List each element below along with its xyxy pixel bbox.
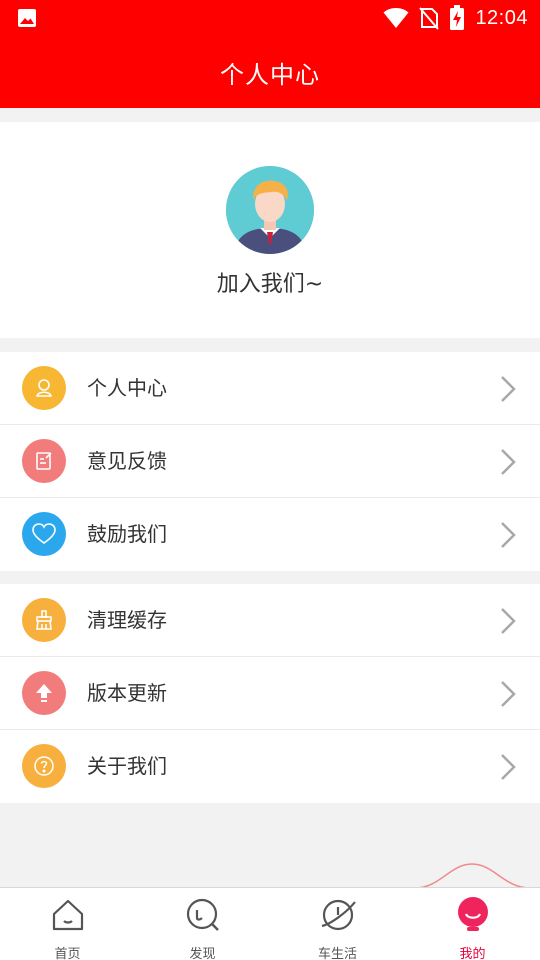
tab-label: 我的: [459, 947, 486, 960]
menu-item-label: 个人中心: [87, 376, 167, 400]
menu-item-label: 鼓励我们: [87, 522, 167, 546]
tab-mine[interactable]: 我的: [405, 888, 540, 960]
chevron-right-icon: [501, 681, 516, 707]
tab-car-life[interactable]: 车生活: [270, 888, 405, 960]
page-title: 个人中心: [220, 60, 320, 89]
user-avatar-icon: [226, 166, 314, 254]
image-notification-icon: [18, 9, 36, 27]
app-header: 个人中心: [0, 36, 540, 108]
status-bar: 12:04: [0, 0, 540, 36]
tab-label: 首页: [54, 947, 81, 960]
menu-item-label: 关于我们: [87, 754, 167, 778]
join-us-label[interactable]: 加入我们~: [0, 266, 540, 298]
menu-item-label: 清理缓存: [87, 608, 167, 632]
chevron-right-icon: [501, 449, 516, 475]
chevron-right-icon: [501, 376, 516, 402]
chevron-right-icon: [501, 522, 516, 548]
active-tab-curve: [415, 863, 530, 889]
broom-icon: [22, 598, 66, 642]
tab-label: 发现: [189, 947, 216, 960]
menu-item-feedback[interactable]: 意见反馈: [0, 425, 540, 498]
mine-icon: [457, 897, 488, 931]
avatar[interactable]: [226, 166, 314, 254]
tab-home[interactable]: 首页: [0, 888, 135, 960]
menu-item-about-us[interactable]: 关于我们: [0, 730, 540, 803]
profile-card[interactable]: 加入我们~: [0, 122, 540, 338]
menu-group-app: 清理缓存 版本更新 关于我们: [0, 584, 540, 803]
wifi-icon: [383, 8, 409, 28]
feedback-icon: [22, 439, 66, 483]
menu-item-encourage-us[interactable]: 鼓励我们: [0, 498, 540, 571]
chevron-right-icon: [501, 754, 516, 780]
menu-item-label: 版本更新: [87, 681, 167, 705]
tab-label: 车生活: [317, 947, 357, 960]
no-sim-icon: [419, 7, 440, 30]
planet-icon: [321, 899, 356, 931]
tab-discover[interactable]: 发现: [135, 888, 270, 960]
user-icon: [22, 366, 66, 410]
question-icon: [22, 744, 66, 788]
bottom-tab-bar: 首页 发现 车生活 我的: [0, 887, 540, 960]
menu-item-clear-cache[interactable]: 清理缓存: [0, 584, 540, 657]
heart-icon: [22, 512, 66, 556]
menu-item-personal-center[interactable]: 个人中心: [0, 352, 540, 425]
menu-item-version-update[interactable]: 版本更新: [0, 657, 540, 730]
menu-group-account: 个人中心 意见反馈 鼓励我们: [0, 352, 540, 571]
discover-icon: [186, 898, 219, 931]
status-time: 12:04: [475, 6, 528, 29]
upload-icon: [22, 671, 66, 715]
chevron-right-icon: [501, 608, 516, 634]
battery-charging-icon: [450, 5, 465, 30]
menu-item-label: 意见反馈: [87, 449, 167, 473]
home-icon: [52, 899, 83, 931]
